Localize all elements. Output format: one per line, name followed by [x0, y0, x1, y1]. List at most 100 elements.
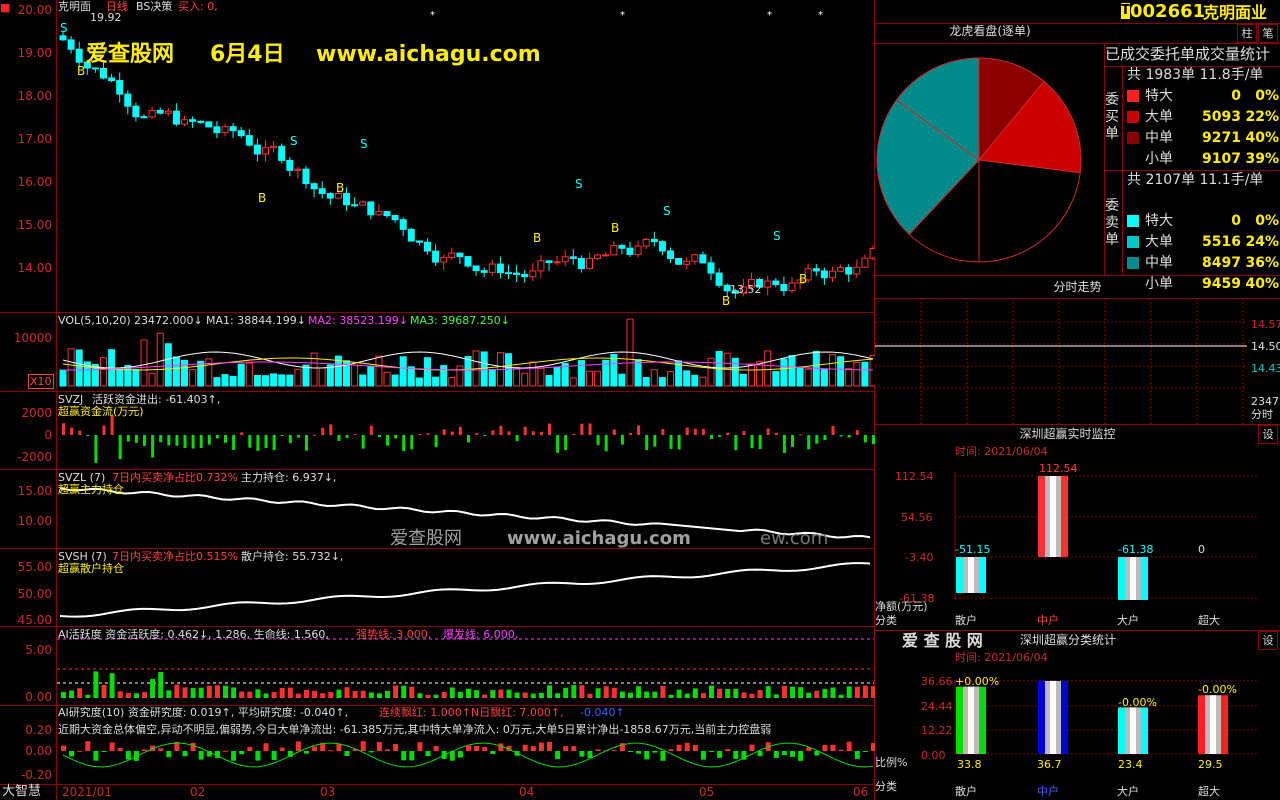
- candle-body: [699, 254, 707, 264]
- volume-bar: [318, 367, 326, 387]
- research-bar: [611, 750, 617, 752]
- activity-bar: [490, 690, 496, 698]
- fund-flow-bar: [70, 427, 74, 435]
- fund-flow-bar: [548, 423, 551, 435]
- sell-order-count: 8497: [1202, 255, 1241, 271]
- volume-bar: [764, 350, 772, 387]
- buy-signal: B: [722, 294, 730, 308]
- activity-bar: [295, 693, 301, 698]
- main-holding-line: [59, 487, 871, 539]
- fund-flow-bar: [815, 435, 819, 444]
- research-bar: [61, 745, 66, 751]
- candle-body: [278, 145, 286, 161]
- candle-body: [829, 270, 836, 279]
- buy-order-name: 大单: [1145, 109, 1173, 125]
- activity-bar: [174, 684, 180, 698]
- volume-bar: [415, 377, 423, 387]
- candle-body: [359, 201, 367, 206]
- research-bar: [530, 746, 536, 751]
- chart-area[interactable]: S S S S S S B B B B B B B * * * * ■ 克明面 日线 BS决策 买入: 0, 1…: [0, 0, 875, 800]
- volume-bar: [699, 376, 707, 387]
- research-bar: [295, 741, 301, 751]
- candle-body: [59, 35, 67, 41]
- monitor-unit: 净额(万元): [875, 600, 928, 613]
- date-tick: 05: [699, 785, 715, 799]
- volume-bar: [262, 375, 269, 387]
- fund-flow-bar: [855, 430, 859, 435]
- fund-flow-bar: [377, 435, 381, 438]
- monitor-cat: 分类: [875, 614, 897, 627]
- svzl-label: 7日内买卖净占比0.732%: [112, 471, 238, 484]
- volume-bar: [294, 368, 302, 387]
- retail-holding-line: [59, 562, 871, 618]
- volume-bar: [488, 369, 496, 387]
- fund-flow-bar: [701, 428, 705, 435]
- activity-bar: [214, 685, 220, 698]
- fund-flow-bar: [183, 435, 187, 449]
- candle-body: [480, 270, 488, 273]
- fund-flow-bar: [766, 428, 770, 435]
- volume-bar: [448, 377, 456, 387]
- activity-bar: [571, 685, 577, 698]
- candle-body: [424, 241, 431, 252]
- fund-flow-bar: [126, 435, 130, 442]
- candle-body: [691, 254, 699, 262]
- volume-bar: [618, 373, 626, 387]
- fund-flow-bar: [256, 435, 260, 451]
- research-bar: [142, 749, 147, 751]
- activity-bar: [514, 692, 520, 698]
- indicator-name[interactable]: BS决策: [136, 0, 172, 13]
- fund-flow-bar: [232, 435, 236, 450]
- fund-flow-bar: [710, 435, 713, 439]
- activity-bar: [773, 694, 779, 698]
- fund-flow-bar: [329, 424, 333, 435]
- pen-button[interactable]: 笔: [1258, 24, 1278, 43]
- activity-bar: [368, 692, 374, 698]
- buy-order-count: 9107: [1202, 151, 1241, 167]
- fund-flow-bar: [645, 435, 649, 451]
- volume-bar: [545, 374, 553, 387]
- research-bar: [417, 742, 423, 751]
- candle-body: [569, 256, 577, 259]
- research-bar: [522, 744, 528, 751]
- activity-bar: [239, 691, 245, 698]
- activity-bar: [166, 690, 172, 698]
- research-bar: [239, 751, 245, 755]
- activity-bar: [449, 687, 455, 698]
- research-bar: [749, 744, 755, 751]
- volume-bar: [683, 370, 691, 387]
- fund-flow-bar: [491, 430, 495, 435]
- date-tick: 02: [190, 785, 206, 799]
- column-button[interactable]: 柱: [1237, 24, 1257, 43]
- volume-bar: [529, 361, 537, 387]
- volume-bar: [804, 368, 812, 387]
- candle-body: [496, 263, 504, 274]
- research-bar: [482, 747, 488, 751]
- fund-flow-bar: [807, 435, 811, 450]
- svzl-sub: 超赢主力持仓: [58, 483, 124, 496]
- activity-bar: [182, 687, 188, 698]
- vol-tick: 10000: [13, 331, 52, 345]
- volume-bar: [610, 353, 618, 387]
- fund-flow-bar: [572, 433, 576, 435]
- activity-bar: [725, 688, 731, 698]
- candle-body: [472, 265, 480, 272]
- fund-flow-bar: [531, 431, 535, 435]
- candle-body: [270, 145, 278, 149]
- volume-bar: [634, 359, 642, 387]
- research-bar: [587, 751, 593, 759]
- activity-bar: [142, 692, 147, 698]
- activity-bar: [862, 685, 868, 698]
- svsh-tick: 50.00: [17, 587, 52, 601]
- candle-body: [391, 215, 399, 221]
- star-marker: *: [620, 10, 625, 21]
- activity-bar: [304, 689, 309, 698]
- activity-bar: [401, 685, 407, 698]
- classify-pct-large: -0.00%: [1118, 696, 1157, 709]
- fund-flow-bar: [410, 435, 414, 450]
- fund-flow-bar: [831, 425, 835, 435]
- activity-bar: [522, 692, 528, 698]
- date-tick: 2021/01: [62, 785, 112, 799]
- sell-order-pct: 24%: [1245, 234, 1279, 250]
- fund-flow-bar: [224, 435, 227, 443]
